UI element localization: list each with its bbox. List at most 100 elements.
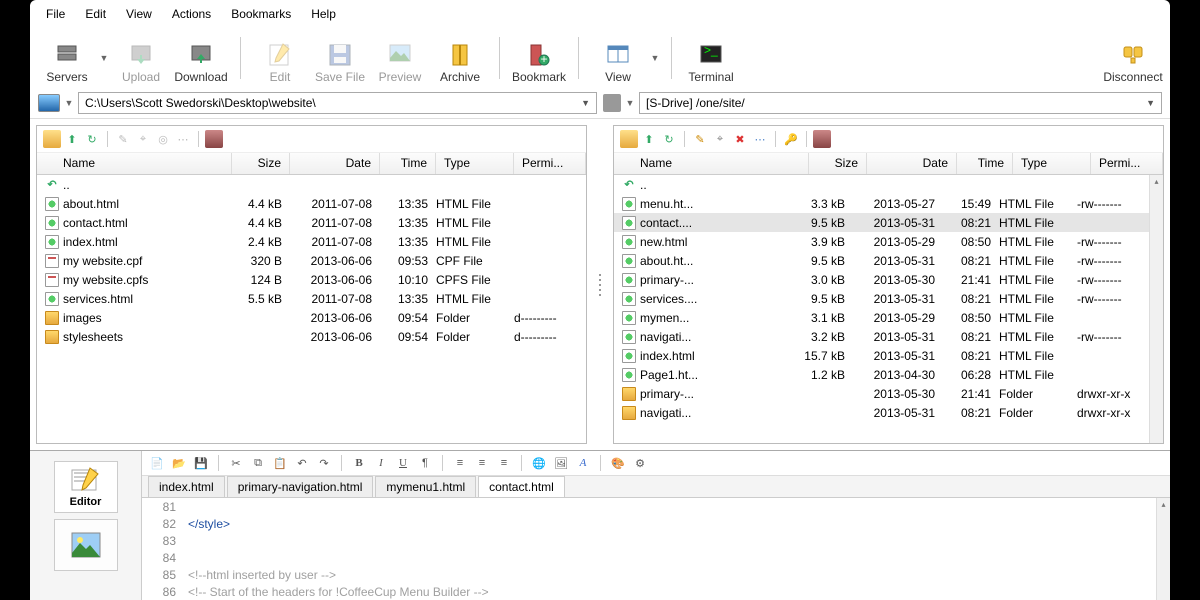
- new-folder-icon[interactable]: [43, 130, 61, 148]
- file-row[interactable]: ↶..: [37, 175, 586, 194]
- up-icon[interactable]: ⬆: [640, 130, 658, 148]
- file-row[interactable]: new.html3.9 kB2013-05-2908:50HTML File-r…: [614, 232, 1149, 251]
- editor-tab[interactable]: primary-navigation.html: [227, 476, 374, 497]
- preview-tab-button[interactable]: [54, 519, 118, 571]
- column-header[interactable]: Date: [290, 153, 380, 174]
- column-header[interactable]: Size: [809, 153, 867, 174]
- image-icon[interactable]: 🖼: [552, 454, 570, 472]
- menu-edit[interactable]: Edit: [77, 4, 114, 24]
- info-icon[interactable]: ⋯: [751, 130, 769, 148]
- remote-history-dropdown[interactable]: ▼: [624, 98, 636, 108]
- color-icon[interactable]: 🎨: [609, 454, 627, 472]
- column-header[interactable]: Time: [380, 153, 436, 174]
- edit-icon[interactable]: ✎: [114, 130, 132, 148]
- new-folder-icon[interactable]: [620, 130, 638, 148]
- view-button[interactable]: View: [589, 32, 647, 84]
- file-row[interactable]: services.html5.5 kB2011-07-0813:35HTML F…: [37, 289, 586, 308]
- servers-button[interactable]: Servers: [38, 32, 96, 84]
- file-row[interactable]: my website.cpf320 B2013-06-0609:53CPF Fi…: [37, 251, 586, 270]
- column-header[interactable]: Type: [436, 153, 514, 174]
- local-path-input[interactable]: C:\Users\Scott Swedorski\Desktop\website…: [78, 92, 597, 114]
- archive-button[interactable]: Archive: [431, 32, 489, 84]
- search-icon[interactable]: ⌖: [711, 130, 729, 148]
- redo-icon[interactable]: ↷: [315, 454, 333, 472]
- editor-tab[interactable]: contact.html: [478, 476, 565, 497]
- file-row[interactable]: services....9.5 kB2013-05-3108:21HTML Fi…: [614, 289, 1149, 308]
- menu-file[interactable]: File: [38, 4, 73, 24]
- local-history-dropdown[interactable]: ▼: [63, 98, 75, 108]
- file-row[interactable]: contact.html4.4 kB2011-07-0813:35HTML Fi…: [37, 213, 586, 232]
- file-row[interactable]: contact....9.5 kB2013-05-3108:21HTML Fil…: [614, 213, 1149, 232]
- file-row[interactable]: about.ht...9.5 kB2013-05-3108:21HTML Fil…: [614, 251, 1149, 270]
- info-icon[interactable]: ⋯: [174, 130, 192, 148]
- remote-scrollbar[interactable]: ▴: [1149, 175, 1163, 443]
- file-row[interactable]: stylesheets2013-06-0609:54Folderd-------…: [37, 327, 586, 346]
- delete-icon[interactable]: ✖: [731, 130, 749, 148]
- bookmark-button[interactable]: +Bookmark: [510, 32, 568, 84]
- file-row[interactable]: menu.ht...3.3 kB2013-05-2715:49HTML File…: [614, 194, 1149, 213]
- column-header[interactable]: Name: [614, 153, 809, 174]
- align-left-icon[interactable]: ≡: [451, 454, 469, 472]
- terminal-button[interactable]: >_Terminal: [682, 32, 740, 84]
- code-lines[interactable]: </style> <!--html inserted by user --><!…: [182, 498, 1156, 600]
- italic-icon[interactable]: I: [372, 454, 390, 472]
- file-row[interactable]: mymen...3.1 kB2013-05-2908:50HTML File: [614, 308, 1149, 327]
- menu-bookmarks[interactable]: Bookmarks: [223, 4, 299, 24]
- settings-icon[interactable]: ⚙: [631, 454, 649, 472]
- cut-icon[interactable]: ✂: [227, 454, 245, 472]
- column-header[interactable]: Date: [867, 153, 957, 174]
- editor-tab[interactable]: index.html: [148, 476, 225, 497]
- remote-server-icon[interactable]: [603, 94, 621, 112]
- column-header[interactable]: Name: [37, 153, 232, 174]
- file-row[interactable]: navigati...3.2 kB2013-05-3108:21HTML Fil…: [614, 327, 1149, 346]
- file-row[interactable]: index.html2.4 kB2011-07-0813:35HTML File: [37, 232, 586, 251]
- file-row[interactable]: my website.cpfs124 B2013-06-0610:10CPFS …: [37, 270, 586, 289]
- new-file-icon[interactable]: 📄: [148, 454, 166, 472]
- column-header[interactable]: Time: [957, 153, 1013, 174]
- column-header[interactable]: Permi...: [514, 153, 586, 174]
- view-dropdown[interactable]: ▼: [649, 53, 661, 63]
- pilcrow-icon[interactable]: ¶: [416, 454, 434, 472]
- menu-help[interactable]: Help: [303, 4, 344, 24]
- file-row[interactable]: primary-...3.0 kB2013-05-3021:41HTML Fil…: [614, 270, 1149, 289]
- editor-scrollbar[interactable]: ▴: [1156, 498, 1170, 600]
- undo-icon[interactable]: ↶: [293, 454, 311, 472]
- up-icon[interactable]: ⬆: [63, 130, 81, 148]
- copy-icon[interactable]: ⧉: [249, 454, 267, 472]
- local-file-list[interactable]: ↶..about.html4.4 kB2011-07-0813:35HTML F…: [37, 175, 586, 443]
- column-header[interactable]: Type: [1013, 153, 1091, 174]
- remote-column-headers[interactable]: NameSizeDateTimeTypePermi...: [614, 153, 1163, 175]
- remote-path-input[interactable]: [S-Drive] /one/site/ ▼: [639, 92, 1162, 114]
- target-icon[interactable]: ◎: [154, 130, 172, 148]
- refresh-icon[interactable]: ↻: [660, 130, 678, 148]
- bookmark-icon[interactable]: [813, 130, 831, 148]
- disconnect-button[interactable]: Disconnect: [1104, 32, 1162, 84]
- code-editor[interactable]: 818283848586 </style> <!--html inserted …: [142, 498, 1170, 600]
- local-pc-icon[interactable]: [38, 94, 60, 112]
- file-row[interactable]: images2013-06-0609:54Folderd---------: [37, 308, 586, 327]
- file-row[interactable]: Page1.ht...1.2 kB2013-04-3006:28HTML Fil…: [614, 365, 1149, 384]
- local-column-headers[interactable]: NameSizeDateTimeTypePermi...: [37, 153, 586, 175]
- editor-tab[interactable]: mymenu1.html: [375, 476, 476, 497]
- permissions-icon[interactable]: 🔑: [782, 130, 800, 148]
- column-header[interactable]: Permi...: [1091, 153, 1163, 174]
- save-icon[interactable]: 💾: [192, 454, 210, 472]
- font-icon[interactable]: A: [574, 454, 592, 472]
- underline-icon[interactable]: U: [394, 454, 412, 472]
- file-row[interactable]: about.html4.4 kB2011-07-0813:35HTML File: [37, 194, 586, 213]
- search-icon[interactable]: ⌖: [134, 130, 152, 148]
- align-center-icon[interactable]: ≡: [473, 454, 491, 472]
- edit-icon[interactable]: ✎: [691, 130, 709, 148]
- file-row[interactable]: index.html15.7 kB2013-05-3108:21HTML Fil…: [614, 346, 1149, 365]
- file-row[interactable]: ↶..: [614, 175, 1149, 194]
- editor-tab-button[interactable]: Editor: [54, 461, 118, 513]
- bookmark-icon[interactable]: [205, 130, 223, 148]
- servers-dropdown[interactable]: ▼: [98, 53, 110, 63]
- align-right-icon[interactable]: ≡: [495, 454, 513, 472]
- menu-actions[interactable]: Actions: [164, 4, 219, 24]
- pane-splitter[interactable]: [593, 119, 607, 450]
- link-icon[interactable]: 🌐: [530, 454, 548, 472]
- remote-file-list[interactable]: ↶..menu.ht...3.3 kB2013-05-2715:49HTML F…: [614, 175, 1149, 443]
- refresh-icon[interactable]: ↻: [83, 130, 101, 148]
- paste-icon[interactable]: 📋: [271, 454, 289, 472]
